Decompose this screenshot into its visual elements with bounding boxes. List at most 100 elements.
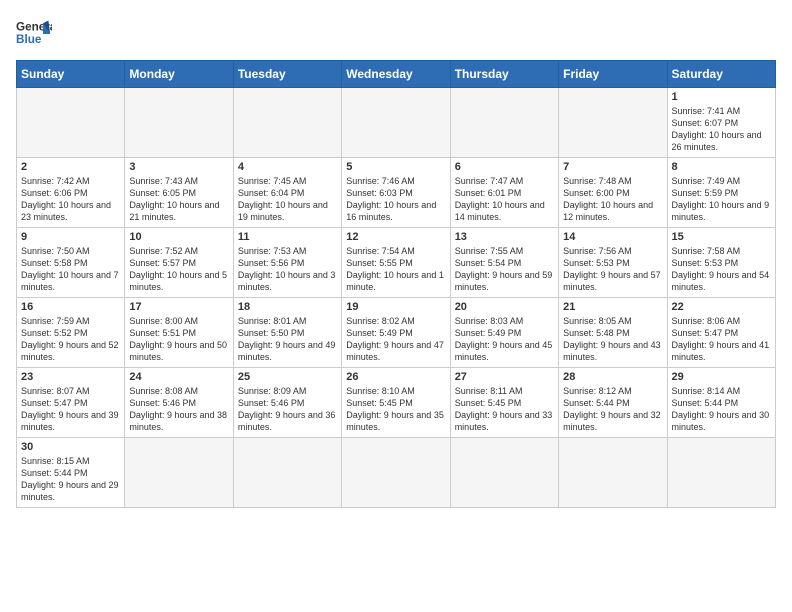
day-number: 1 xyxy=(672,91,771,103)
calendar-day-cell xyxy=(125,88,233,158)
calendar-day-cell xyxy=(667,438,775,508)
calendar-day-cell: 1Sunrise: 7:41 AM Sunset: 6:07 PM Daylig… xyxy=(667,88,775,158)
day-number: 9 xyxy=(21,231,120,243)
calendar-day-cell xyxy=(233,438,341,508)
calendar-day-cell xyxy=(342,88,450,158)
day-info: Sunrise: 7:48 AM Sunset: 6:00 PM Dayligh… xyxy=(563,175,662,224)
day-number: 14 xyxy=(563,231,662,243)
day-info: Sunrise: 7:53 AM Sunset: 5:56 PM Dayligh… xyxy=(238,245,337,294)
day-info: Sunrise: 7:47 AM Sunset: 6:01 PM Dayligh… xyxy=(455,175,554,224)
logo: General Blue xyxy=(16,16,52,52)
header: General Blue xyxy=(16,16,776,52)
calendar-day-cell: 28Sunrise: 8:12 AM Sunset: 5:44 PM Dayli… xyxy=(559,368,667,438)
day-number: 15 xyxy=(672,231,771,243)
calendar-day-cell: 21 Sunrise: 8:05 AM Sunset: 5:48 PM Dayli… xyxy=(559,298,667,368)
day-info: Sunrise: 8:08 AM Sunset: 5:46 PM Dayligh… xyxy=(129,385,228,434)
col-header-friday: Friday xyxy=(559,61,667,88)
day-number: 24 xyxy=(129,371,228,383)
day-info: Sunrise: 7:45 AM Sunset: 6:04 PM Dayligh… xyxy=(238,175,337,224)
day-number: 21 xyxy=(563,301,662,313)
calendar-day-cell: 7 Sunrise: 7:48 AM Sunset: 6:00 PM Daylig… xyxy=(559,158,667,228)
calendar-day-cell: 14 Sunrise: 7:56 AM Sunset: 5:53 PM Dayli… xyxy=(559,228,667,298)
col-header-thursday: Thursday xyxy=(450,61,558,88)
col-header-tuesday: Tuesday xyxy=(233,61,341,88)
calendar-week-row: 2Sunrise: 7:42 AM Sunset: 6:06 PM Daylig… xyxy=(17,158,776,228)
col-header-monday: Monday xyxy=(125,61,233,88)
col-header-sunday: Sunday xyxy=(17,61,125,88)
calendar-day-cell: 5 Sunrise: 7:46 AM Sunset: 6:03 PM Daylig… xyxy=(342,158,450,228)
logo-icon: General Blue xyxy=(16,16,52,52)
calendar-day-cell xyxy=(450,438,558,508)
day-info: Sunrise: 8:07 AM Sunset: 5:47 PM Dayligh… xyxy=(21,385,120,434)
calendar-day-cell: 20 Sunrise: 8:03 AM Sunset: 5:49 PM Dayli… xyxy=(450,298,558,368)
calendar-day-cell: 23 Sunrise: 8:07 AM Sunset: 5:47 PM Dayli… xyxy=(17,368,125,438)
day-info: Sunrise: 8:14 AM Sunset: 5:44 PM Dayligh… xyxy=(672,385,771,434)
calendar-day-cell: 9Sunrise: 7:50 AM Sunset: 5:58 PM Daylig… xyxy=(17,228,125,298)
day-info: Sunrise: 7:49 AM Sunset: 5:59 PM Dayligh… xyxy=(672,175,771,224)
day-number: 12 xyxy=(346,231,445,243)
day-info: Sunrise: 8:11 AM Sunset: 5:45 PM Dayligh… xyxy=(455,385,554,434)
calendar-day-cell: 19Sunrise: 8:02 AM Sunset: 5:49 PM Dayli… xyxy=(342,298,450,368)
calendar-day-cell: 3Sunrise: 7:43 AM Sunset: 6:05 PM Daylig… xyxy=(125,158,233,228)
day-number: 29 xyxy=(672,371,771,383)
day-number: 13 xyxy=(455,231,554,243)
day-number: 30 xyxy=(21,441,120,453)
day-number: 8 xyxy=(672,161,771,173)
day-number: 22 xyxy=(672,301,771,313)
calendar-day-cell: 27 Sunrise: 8:11 AM Sunset: 5:45 PM Dayli… xyxy=(450,368,558,438)
calendar-header-row: SundayMondayTuesdayWednesdayThursdayFrid… xyxy=(17,61,776,88)
day-info: Sunrise: 7:56 AM Sunset: 5:53 PM Dayligh… xyxy=(563,245,662,294)
col-header-wednesday: Wednesday xyxy=(342,61,450,88)
calendar-day-cell: 24 Sunrise: 8:08 AM Sunset: 5:46 PM Dayli… xyxy=(125,368,233,438)
day-info: Sunrise: 8:09 AM Sunset: 5:46 PM Dayligh… xyxy=(238,385,337,434)
calendar-day-cell: 25Sunrise: 8:09 AM Sunset: 5:46 PM Dayli… xyxy=(233,368,341,438)
day-info: Sunrise: 7:46 AM Sunset: 6:03 PM Dayligh… xyxy=(346,175,445,224)
calendar-day-cell xyxy=(559,438,667,508)
day-number: 4 xyxy=(238,161,337,173)
day-number: 23 xyxy=(21,371,120,383)
day-number: 16 xyxy=(21,301,120,313)
day-info: Sunrise: 8:10 AM Sunset: 5:45 PM Dayligh… xyxy=(346,385,445,434)
day-number: 2 xyxy=(21,161,120,173)
calendar-table: SundayMondayTuesdayWednesdayThursdayFrid… xyxy=(16,60,776,508)
calendar-week-row: 30Sunrise: 8:15 AM Sunset: 5:44 PM Dayli… xyxy=(17,438,776,508)
day-number: 26 xyxy=(346,371,445,383)
day-number: 27 xyxy=(455,371,554,383)
calendar-day-cell xyxy=(125,438,233,508)
day-number: 20 xyxy=(455,301,554,313)
calendar-day-cell: 8 Sunrise: 7:49 AM Sunset: 5:59 PM Daylig… xyxy=(667,158,775,228)
calendar-day-cell: 6 Sunrise: 7:47 AM Sunset: 6:01 PM Daylig… xyxy=(450,158,558,228)
day-info: Sunrise: 8:01 AM Sunset: 5:50 PM Dayligh… xyxy=(238,315,337,364)
day-info: Sunrise: 8:05 AM Sunset: 5:48 PM Dayligh… xyxy=(563,315,662,364)
day-number: 7 xyxy=(563,161,662,173)
calendar-day-cell: 26 Sunrise: 8:10 AM Sunset: 5:45 PM Dayli… xyxy=(342,368,450,438)
calendar-day-cell: 13 Sunrise: 7:55 AM Sunset: 5:54 PM Dayli… xyxy=(450,228,558,298)
calendar-day-cell: 22 Sunrise: 8:06 AM Sunset: 5:47 PM Dayli… xyxy=(667,298,775,368)
calendar-day-cell xyxy=(450,88,558,158)
svg-text:Blue: Blue xyxy=(16,33,42,46)
calendar-day-cell xyxy=(342,438,450,508)
day-info: Sunrise: 7:52 AM Sunset: 5:57 PM Dayligh… xyxy=(129,245,228,294)
day-number: 6 xyxy=(455,161,554,173)
day-number: 18 xyxy=(238,301,337,313)
calendar-week-row: 9Sunrise: 7:50 AM Sunset: 5:58 PM Daylig… xyxy=(17,228,776,298)
calendar-day-cell: 30Sunrise: 8:15 AM Sunset: 5:44 PM Dayli… xyxy=(17,438,125,508)
day-info: Sunrise: 8:02 AM Sunset: 5:49 PM Dayligh… xyxy=(346,315,445,364)
calendar-day-cell: 10Sunrise: 7:52 AM Sunset: 5:57 PM Dayli… xyxy=(125,228,233,298)
calendar-day-cell: 2Sunrise: 7:42 AM Sunset: 6:06 PM Daylig… xyxy=(17,158,125,228)
calendar-day-cell: 4 Sunrise: 7:45 AM Sunset: 6:04 PM Daylig… xyxy=(233,158,341,228)
calendar-day-cell xyxy=(17,88,125,158)
day-info: Sunrise: 8:06 AM Sunset: 5:47 PM Dayligh… xyxy=(672,315,771,364)
calendar-day-cell: 15Sunrise: 7:58 AM Sunset: 5:53 PM Dayli… xyxy=(667,228,775,298)
day-info: Sunrise: 7:54 AM Sunset: 5:55 PM Dayligh… xyxy=(346,245,445,294)
day-info: Sunrise: 8:03 AM Sunset: 5:49 PM Dayligh… xyxy=(455,315,554,364)
col-header-saturday: Saturday xyxy=(667,61,775,88)
calendar-day-cell xyxy=(559,88,667,158)
day-info: Sunrise: 7:43 AM Sunset: 6:05 PM Dayligh… xyxy=(129,175,228,224)
calendar-day-cell: 18 Sunrise: 8:01 AM Sunset: 5:50 PM Dayli… xyxy=(233,298,341,368)
calendar-day-cell xyxy=(233,88,341,158)
day-info: Sunrise: 8:00 AM Sunset: 5:51 PM Dayligh… xyxy=(129,315,228,364)
day-number: 5 xyxy=(346,161,445,173)
day-number: 11 xyxy=(238,231,337,243)
day-info: Sunrise: 7:55 AM Sunset: 5:54 PM Dayligh… xyxy=(455,245,554,294)
